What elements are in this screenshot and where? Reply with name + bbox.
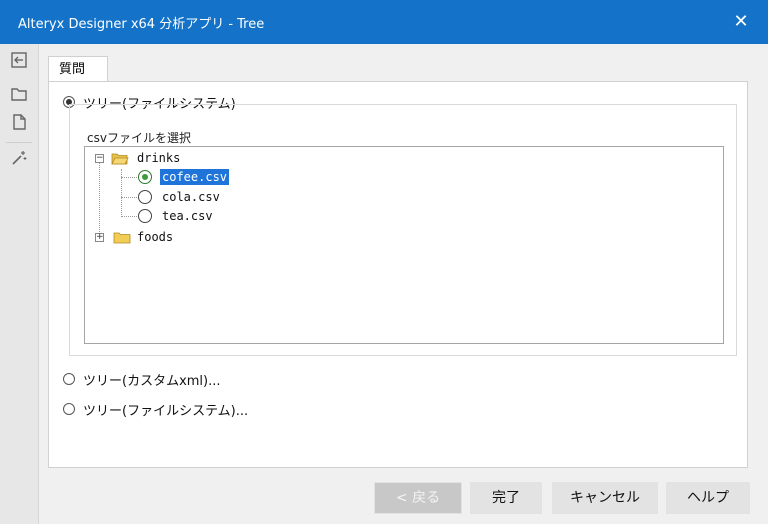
back-arrow-icon[interactable] — [9, 50, 29, 70]
title-bar: Alteryx Designer x64 分析アプリ - Tree ✕ — [0, 0, 768, 44]
option-custom-xml-label[interactable]: ツリー(カスタムxml)... — [83, 370, 221, 389]
tree-connector — [121, 177, 137, 178]
cancel-button[interactable]: キャンセル — [552, 482, 658, 514]
close-icon[interactable]: ✕ — [726, 7, 756, 37]
collapse-drinks-toggle[interactable]: − — [95, 154, 104, 163]
option-filesystem-2-radio[interactable] — [63, 403, 75, 415]
tree-node-cola[interactable]: cola.csv — [162, 189, 220, 205]
back-button[interactable]: < 戻る — [374, 482, 462, 514]
open-folder-icon — [111, 153, 129, 165]
tree-node-tea[interactable]: tea.csv — [162, 208, 213, 224]
tree-connector — [99, 163, 100, 238]
expand-foods-toggle[interactable]: + — [95, 233, 104, 242]
window-title: Alteryx Designer x64 分析アプリ - Tree — [18, 17, 265, 32]
toolbar-divider — [6, 142, 32, 143]
tree-connector — [121, 197, 137, 198]
tea-radio[interactable] — [138, 209, 152, 223]
finish-button[interactable]: 完了 — [470, 482, 542, 514]
tree-connector — [121, 216, 137, 217]
tree-node-drinks[interactable]: drinks — [137, 150, 180, 166]
option-filesystem-2-label[interactable]: ツリー(ファイルシステム)... — [83, 400, 248, 419]
folder-icon[interactable] — [9, 84, 29, 104]
option-custom-xml-radio[interactable] — [63, 373, 75, 385]
cola-radio[interactable] — [138, 190, 152, 204]
magic-wand-icon[interactable] — [9, 148, 29, 168]
tree-node-cofee[interactable]: cofee.csv — [158, 168, 231, 186]
file-tree[interactable]: − drinks cofee.csv cola.csv tea.csv + fo… — [84, 146, 724, 344]
document-icon[interactable] — [9, 112, 29, 132]
closed-folder-icon — [113, 232, 131, 244]
group-label: csvファイルを選択 — [87, 131, 191, 145]
tree-node-foods[interactable]: foods — [137, 229, 173, 245]
cofee-radio[interactable] — [138, 170, 152, 184]
help-button[interactable]: ヘルプ — [666, 482, 750, 514]
tab-questions[interactable]: 質問 — [48, 56, 108, 82]
question-panel: ツリー(ファイルシステム) csvファイルを選択 − drinks cofee.… — [48, 81, 748, 468]
left-toolbar — [0, 44, 39, 524]
